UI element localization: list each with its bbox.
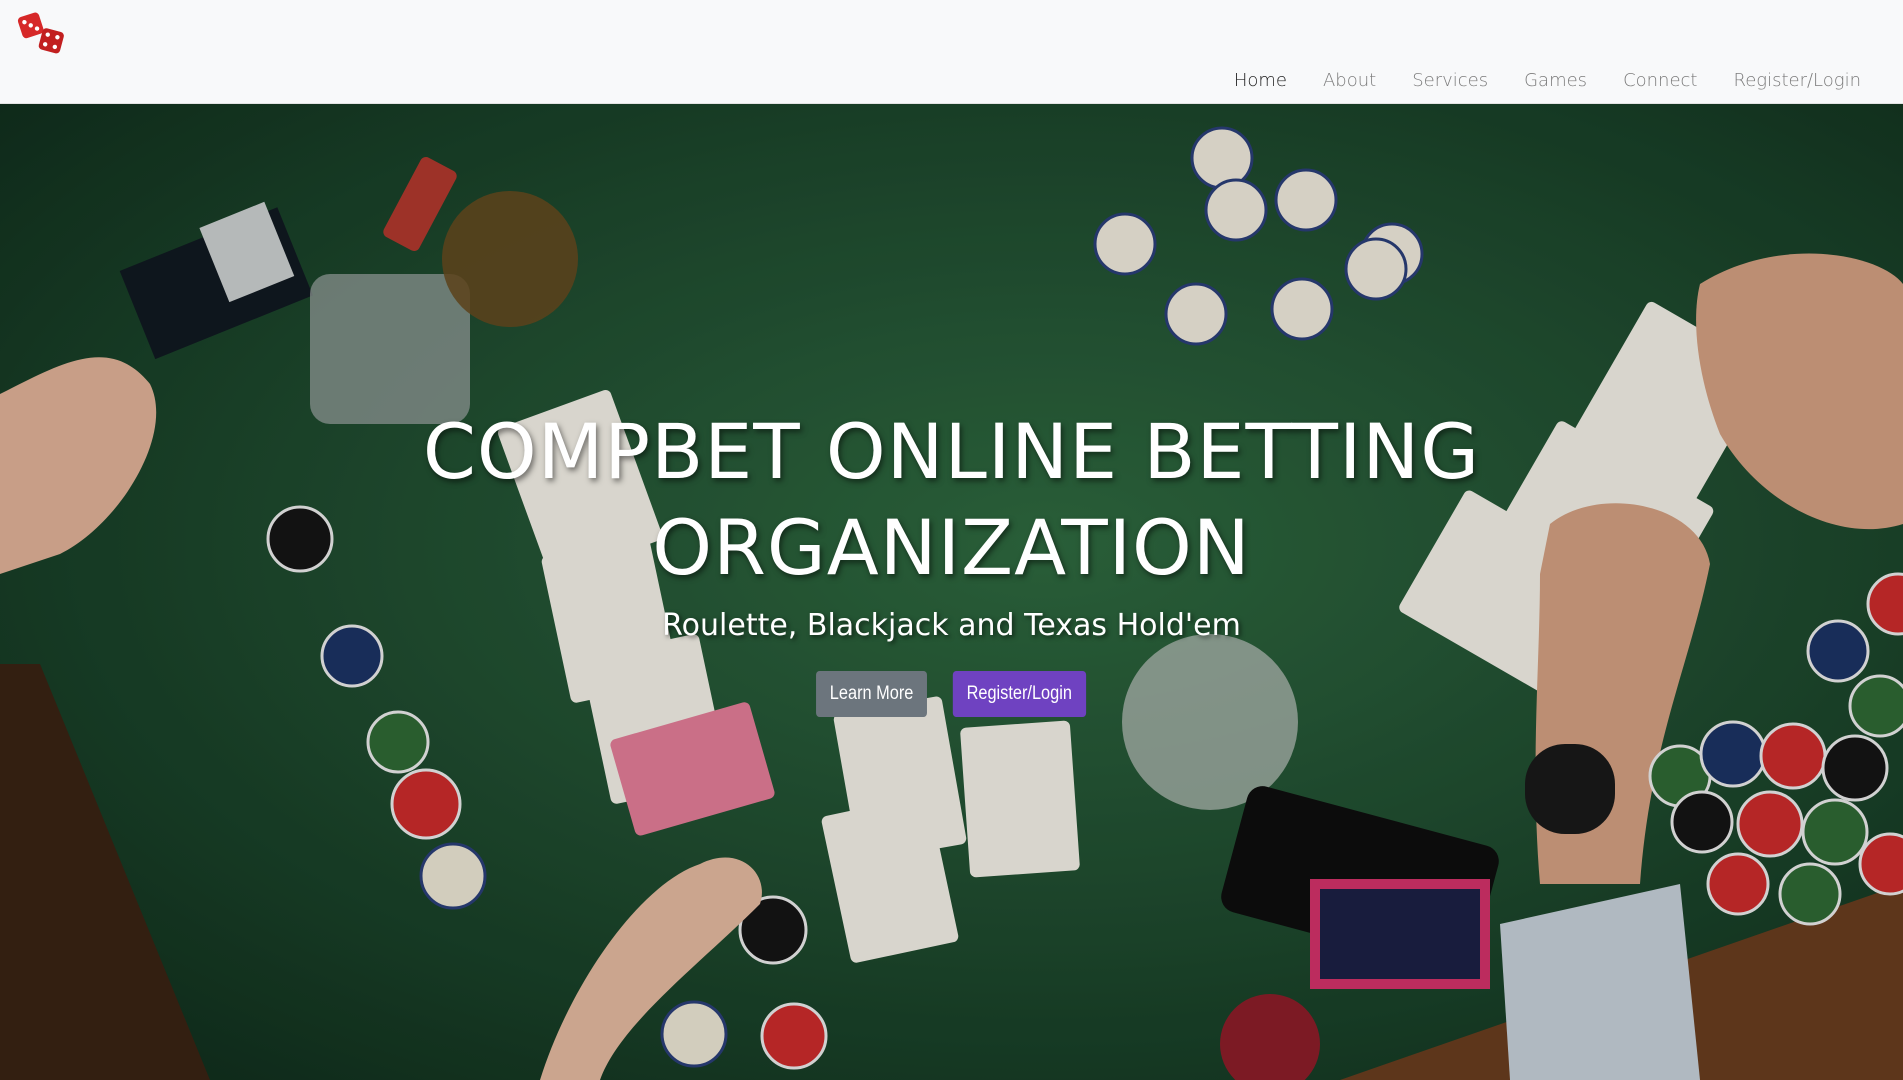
hero-buttons: Learn More Register/Login xyxy=(0,671,1903,717)
hero-subtitle: Roulette, Blackjack and Texas Hold'em xyxy=(662,608,1241,643)
nav-services-link[interactable]: Services xyxy=(1412,70,1488,91)
nav-menu: Home About Services Games Connect Regist… xyxy=(1234,70,1861,91)
nav-connect-link[interactable]: Connect xyxy=(1623,70,1697,91)
hero-section: COMPBET ONLINE BETTING ORGANIZATION Roul… xyxy=(0,104,1903,1080)
hero-content: COMPBET ONLINE BETTING ORGANIZATION Roul… xyxy=(0,404,1903,717)
register-login-button[interactable]: Register/Login xyxy=(952,671,1086,717)
nav-register-login-link[interactable]: Register/Login xyxy=(1734,70,1862,91)
nav-home-link[interactable]: Home xyxy=(1234,70,1287,91)
dice-icon[interactable] xyxy=(16,10,68,56)
top-navbar: Home About Services Games Connect Regist… xyxy=(0,0,1903,104)
learn-more-button[interactable]: Learn More xyxy=(815,671,927,717)
nav-games-link[interactable]: Games xyxy=(1524,70,1587,91)
nav-about-link[interactable]: About xyxy=(1323,70,1376,91)
hero-title: COMPBET ONLINE BETTING ORGANIZATION xyxy=(422,407,1481,592)
